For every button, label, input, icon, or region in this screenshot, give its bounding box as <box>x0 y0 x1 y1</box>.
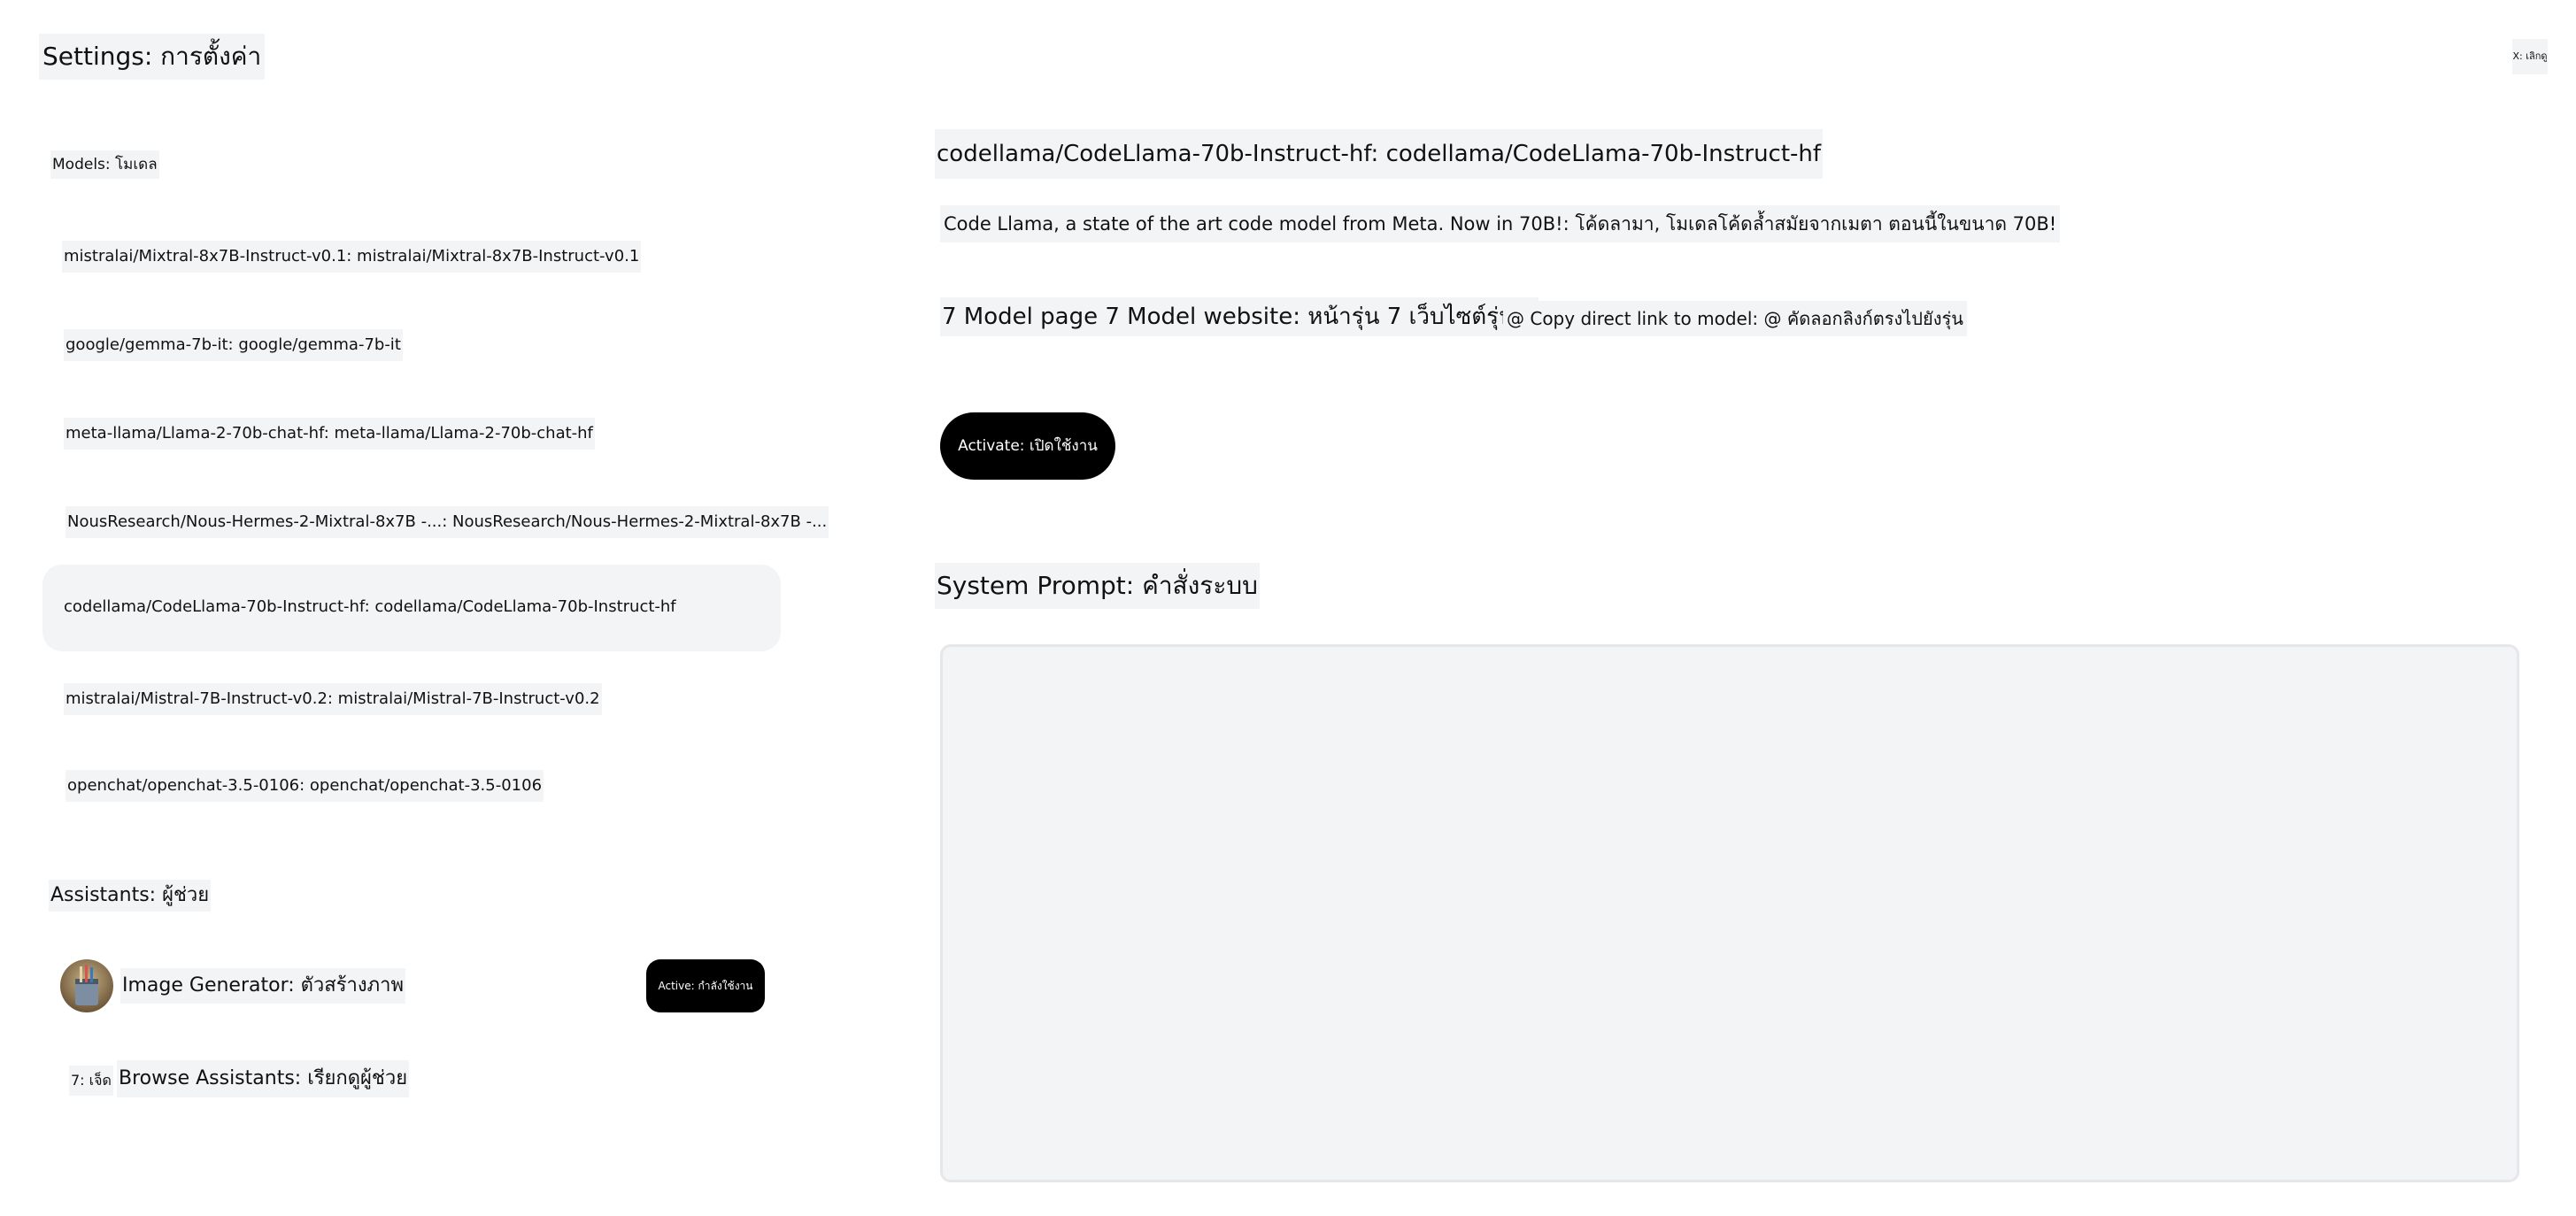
model-item-codellama[interactable]: codellama/CodeLlama-70b-Instruct-hf: cod… <box>42 565 781 651</box>
active-badge-button[interactable]: Active: กำลังใช้งาน <box>646 959 765 1012</box>
model-item-label: NousResearch/Nous-Hermes-2-Mixtral-8x7B … <box>66 506 829 538</box>
system-prompt-label: System Prompt: คำสั่งระบบ <box>935 563 1260 609</box>
model-item-label: mistralai/Mixtral-8x7B-Instruct-v0.1: mi… <box>62 241 642 273</box>
model-item-llama2[interactable]: meta-llama/Llama-2-70b-chat-hf: meta-lla… <box>42 391 781 478</box>
model-item-label: google/gemma-7b-it: google/gemma-7b-it <box>64 329 403 361</box>
close-button[interactable]: X: เลิกดู <box>2512 39 2548 74</box>
model-item-openchat[interactable]: openchat/openchat-3.5-0106: openchat/ope… <box>42 743 781 830</box>
model-item-label: openchat/openchat-3.5-0106: openchat/ope… <box>66 770 544 802</box>
model-title: codellama/CodeLlama-70b-Instruct-hf: cod… <box>935 129 1824 179</box>
copy-link-button[interactable]: @ Copy direct link to model: @ คัดลอกลิง… <box>1503 301 1967 336</box>
model-item-mistral[interactable]: mistralai/Mistral-7B-Instruct-v0.2: mist… <box>42 657 781 743</box>
models-section-label: Models: โมเดล <box>50 150 159 179</box>
page-title: Settings: การตั้งค่า <box>39 34 266 80</box>
model-item-label: codellama/CodeLlama-70b-Instruct-hf: cod… <box>62 591 678 623</box>
model-item-nous-hermes[interactable]: NousResearch/Nous-Hermes-2-Mixtral-8x7B … <box>42 480 829 566</box>
paint-bucket-avatar-icon <box>60 959 113 1012</box>
model-item-gemma[interactable]: google/gemma-7b-it: google/gemma-7b-it <box>42 303 781 389</box>
avatar <box>60 959 113 1012</box>
system-prompt-input[interactable] <box>940 644 2519 1182</box>
model-item-label: meta-llama/Llama-2-70b-chat-hf: meta-lla… <box>64 418 595 450</box>
assistant-name: Image Generator: ตัวสร้างภาพ <box>120 968 405 1004</box>
model-description: Code Llama, a state of the art code mode… <box>940 205 2061 242</box>
model-item-mixtral[interactable]: mistralai/Mixtral-8x7B-Instruct-v0.1: mi… <box>42 214 781 301</box>
assistants-count-badge: 7: เจ็ด <box>69 1066 113 1096</box>
activate-button[interactable]: Activate: เปิดใช้งาน <box>940 412 1115 480</box>
browse-assistants-link[interactable]: Browse Assistants: เรียกดูผู้ช่วย <box>117 1060 410 1097</box>
model-item-label: mistralai/Mistral-7B-Instruct-v0.2: mist… <box>64 683 602 715</box>
assistant-item-image-generator[interactable]: Image Generator: ตัวสร้างภาพ Active: กำล… <box>55 956 772 1014</box>
model-page-links[interactable]: 7 Model page 7 Model website: หน้ารุ่น 7… <box>940 297 1539 336</box>
assistants-section-label: Assistants: ผู้ช่วย <box>49 880 212 912</box>
settings-page: Settings: การตั้งค่า X: เลิกดู Models: โ… <box>0 0 2576 1216</box>
